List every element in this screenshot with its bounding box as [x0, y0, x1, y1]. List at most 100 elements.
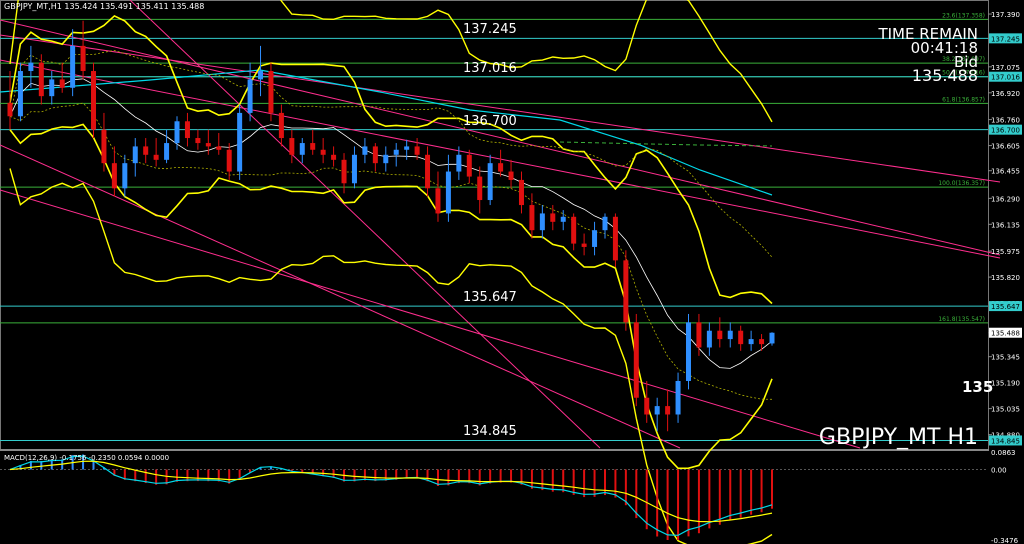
watermark: GBPJPY_MT H1: [818, 425, 978, 450]
candle-body: [445, 171, 451, 214]
candle-body: [153, 154, 159, 160]
level-label: 134.845: [463, 424, 517, 440]
candle-body: [550, 213, 556, 222]
price-tag-label: 136.700: [991, 127, 1020, 135]
macd-info: MACD(12,26,9) -0.1756 -0.2350 0.0594 0.0…: [4, 454, 170, 462]
candle-body: [487, 163, 493, 201]
macd-axis-label: 0.0863: [991, 449, 1016, 457]
candle-body: [17, 71, 23, 117]
axis-tick-label: 135.345: [991, 354, 1020, 362]
candle-body: [351, 154, 357, 184]
axis-tick-label: 135.975: [991, 248, 1020, 256]
candle-body: [80, 45, 86, 72]
price-tag-label: 137.245: [991, 35, 1020, 43]
axis-tick-label: 135.820: [991, 274, 1020, 282]
candle-body: [665, 406, 671, 415]
candle-body: [205, 143, 211, 147]
candle-body: [696, 322, 702, 348]
candle-body: [738, 330, 744, 345]
candle-body: [299, 143, 305, 155]
candle-body: [623, 260, 629, 323]
candle-body: [518, 179, 524, 206]
candle-body: [602, 216, 608, 231]
axis-tick-label: 137.075: [991, 64, 1020, 72]
candle-body: [769, 332, 775, 344]
candle-body: [184, 121, 190, 139]
candle-body: [174, 121, 180, 144]
level-label: 136.700: [463, 113, 517, 129]
candle-body: [237, 112, 243, 172]
candle-body: [226, 149, 232, 172]
candle-body: [49, 79, 55, 97]
candle-body: [644, 397, 650, 415]
candle-body: [592, 230, 598, 247]
axis-tick-label: 136.920: [991, 90, 1020, 98]
candle-body: [404, 146, 410, 150]
candle-body: [654, 406, 660, 415]
candle-body: [362, 146, 368, 155]
axis-tick-label: 136.605: [991, 143, 1020, 151]
level-label: 137.245: [463, 22, 517, 38]
price-tag-label: 135.488: [991, 330, 1020, 338]
axis-tick-label: 136.135: [991, 221, 1020, 229]
candle-body: [28, 62, 34, 72]
candle-body: [289, 138, 295, 155]
fib-label: 61.8(136.857): [942, 96, 985, 103]
axis-tick-label: 135.035: [991, 406, 1020, 414]
axis-tick-label: 135.190: [991, 380, 1020, 388]
candle-body: [310, 143, 316, 150]
price-tag-label: 135.647: [991, 303, 1020, 311]
candle-body: [341, 159, 347, 184]
price-chart[interactable]: 23.6(137.358)38.2(137.097)50.0(137.016)6…: [0, 0, 1024, 544]
info-panel: TIME REMAIN 00:41:18 Bid 135.488: [878, 27, 978, 84]
candle-body: [759, 339, 765, 345]
candle-body: [727, 330, 733, 340]
candle-body: [414, 146, 420, 155]
candle-body: [247, 79, 253, 113]
candle-body: [466, 154, 472, 177]
candle-body: [59, 79, 65, 88]
candle-body: [122, 163, 128, 189]
candle-body: [435, 188, 441, 214]
candle-body: [38, 62, 44, 97]
candle-body: [675, 380, 681, 415]
partial-price: 135: [962, 378, 994, 396]
candle-body: [539, 213, 545, 231]
candle-body: [633, 322, 639, 398]
candle-body: [216, 146, 222, 150]
fib-label: 23.6(137.358): [942, 12, 985, 19]
axis-tick-label: 136.760: [991, 117, 1020, 125]
candle-body: [529, 205, 535, 231]
axis-tick-label: 136.290: [991, 195, 1020, 203]
candle-body: [132, 146, 138, 164]
candle-body: [372, 146, 378, 164]
candle-body: [612, 216, 618, 261]
fib-label: 161.8(135.547): [938, 316, 985, 323]
price-tag-label: 134.845: [991, 437, 1020, 445]
candle-body: [70, 45, 76, 88]
candle-body: [748, 339, 754, 345]
axis-tick-label: 137.390: [991, 11, 1020, 19]
fib-label: 100.0(136.357): [938, 180, 985, 187]
candle-body: [498, 163, 504, 172]
chart-background: [0, 0, 1024, 544]
candle-body: [560, 216, 566, 222]
candle-body: [393, 149, 399, 155]
macd-axis-label: 0.00: [991, 467, 1007, 475]
candle-body: [571, 216, 577, 244]
candle-body: [331, 154, 337, 160]
candle-body: [508, 171, 514, 180]
candle-body: [91, 71, 97, 130]
candle-body: [7, 102, 13, 117]
candle-body: [717, 330, 723, 340]
candle-body: [685, 322, 691, 381]
candle-body: [195, 138, 201, 144]
level-label: 137.016: [463, 60, 517, 76]
candle-body: [268, 71, 274, 113]
symbol-info: GBPJPY_MT,H1 135.424 135.491 135.411 135…: [4, 2, 205, 11]
candle-body: [581, 243, 587, 247]
macd-axis-label: -0.3476: [991, 537, 1019, 544]
candle-body: [456, 154, 462, 172]
candle-body: [164, 143, 170, 160]
price-tag-label: 137.016: [991, 74, 1020, 82]
